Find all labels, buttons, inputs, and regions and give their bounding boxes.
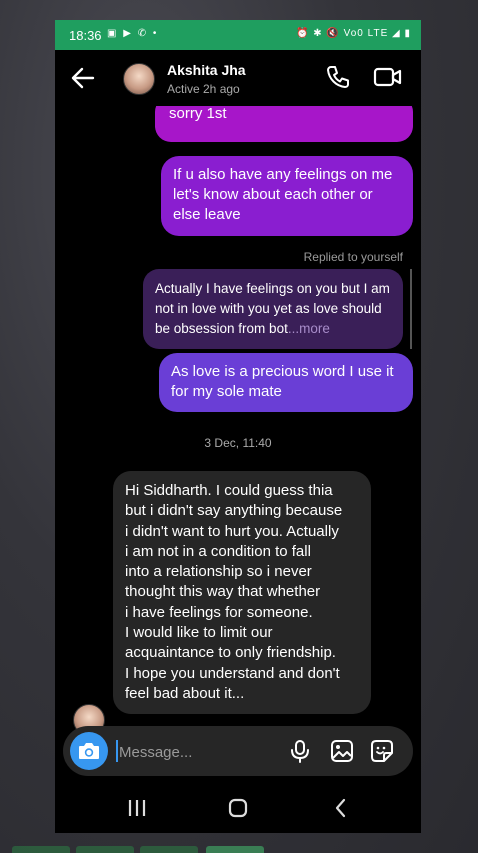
microphone-icon[interactable] xyxy=(287,738,313,764)
message-list: ...mentioned that who will say sorry 1st… xyxy=(55,96,421,736)
contact-avatar[interactable] xyxy=(123,63,155,95)
more-link[interactable]: ...more xyxy=(288,321,330,336)
camera-icon xyxy=(79,743,99,759)
contact-status: Active 2h ago xyxy=(167,82,240,96)
message-line: feel bad about it... xyxy=(125,684,245,702)
message-line: i didn't want to hurt you. Actually xyxy=(125,522,339,540)
taskbar-tab[interactable] xyxy=(12,846,70,853)
message-line: I would like to limit our xyxy=(125,624,273,642)
message-line: acquaintance to only friendship. xyxy=(125,644,336,662)
message-line: Hi Siddharth. I could guess thia xyxy=(125,482,333,499)
message-line: thought this way that whether xyxy=(125,583,321,601)
message-line: into a relationship so i never xyxy=(125,563,312,581)
message-line: i have feelings for someone. xyxy=(125,603,313,621)
status-time: 18:36 xyxy=(69,28,102,43)
message-text: As love is a precious word I use it for … xyxy=(171,363,394,400)
system-nav-bar xyxy=(55,780,421,833)
phone-screen: 18:36 ▣ ▶ ✆ • ⏰ ✱ 🔇 Vo0 LTE ◢ ▮ Akshita … xyxy=(55,20,421,833)
contact-name[interactable]: Akshita Jha xyxy=(167,62,246,78)
notification-icons: ▣ ▶ ✆ • xyxy=(107,28,159,39)
sticker-icon[interactable] xyxy=(369,738,395,764)
message-text: sorry 1st xyxy=(169,105,227,122)
phone-call-icon[interactable] xyxy=(325,64,351,90)
message-text: If u also have any feelings on me let's … xyxy=(173,166,393,223)
taskbar-tab[interactable] xyxy=(140,846,198,853)
back-arrow-icon[interactable] xyxy=(69,64,97,92)
quoted-text: Actually I have feelings on you but I am… xyxy=(155,281,390,336)
video-call-icon[interactable] xyxy=(373,64,403,90)
quoted-reply[interactable]: Actually I have feelings on you but I am… xyxy=(143,269,403,349)
recent-apps-icon[interactable] xyxy=(125,796,149,820)
message-line: i am not in a condition to fall xyxy=(125,542,311,560)
gallery-icon[interactable] xyxy=(329,738,355,764)
outgoing-message-bubble[interactable]: If u also have any feelings on me let's … xyxy=(161,156,413,236)
home-icon[interactable] xyxy=(226,796,250,820)
message-line: but i didn't say anything because xyxy=(125,502,343,520)
status-bar: 18:36 ▣ ▶ ✆ • ⏰ ✱ 🔇 Vo0 LTE ◢ ▮ xyxy=(55,20,421,50)
outgoing-message-bubble[interactable]: As love is a precious word I use it for … xyxy=(159,353,413,412)
back-icon[interactable] xyxy=(329,796,353,820)
camera-button[interactable] xyxy=(70,732,108,770)
system-icons: ⏰ ✱ 🔇 Vo0 LTE ◢ ▮ xyxy=(296,28,411,39)
incoming-message-bubble[interactable]: Hi Siddharth. I could guess thia but i d… xyxy=(113,471,371,714)
chat-header: Akshita Jha Active 2h ago xyxy=(55,50,421,106)
replied-to-label: Replied to yourself xyxy=(303,250,403,264)
message-input[interactable] xyxy=(117,739,281,765)
reply-indicator-bar xyxy=(410,269,412,349)
taskbar-tab[interactable] xyxy=(76,846,134,853)
message-composer xyxy=(63,726,413,776)
taskbar-tab[interactable] xyxy=(206,846,264,853)
date-stamp: 3 Dec, 11:40 xyxy=(204,436,272,450)
message-line: I hope you understand and don't xyxy=(125,664,340,682)
